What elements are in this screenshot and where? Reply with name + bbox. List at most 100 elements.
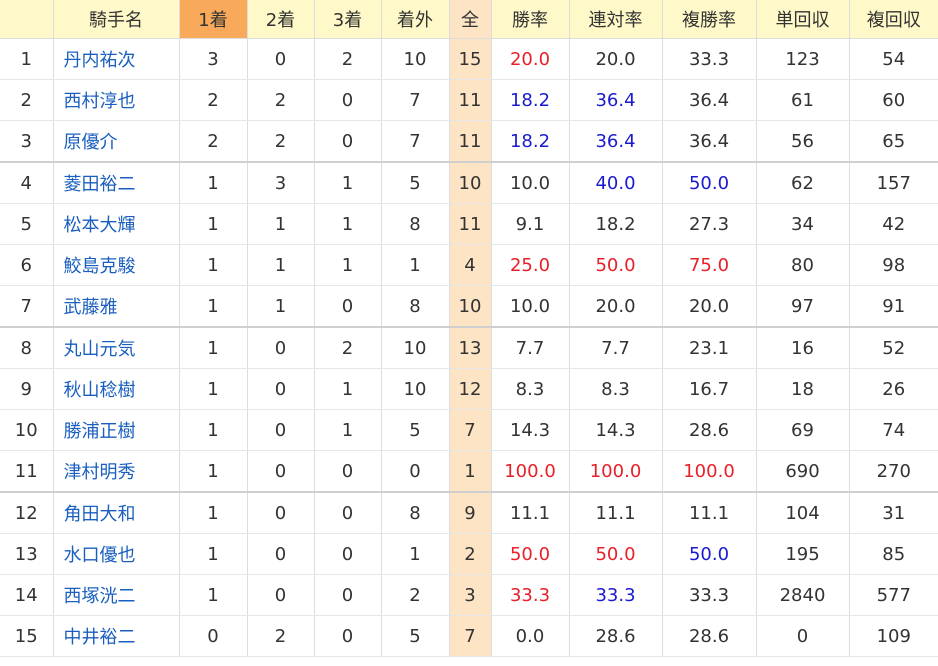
quinella-rate: 36.4 [568, 120, 663, 163]
first-place-count: 1 [178, 533, 248, 575]
quinella-rate: 7.7 [568, 327, 663, 369]
win-return: 0 [755, 615, 850, 657]
unplaced-count: 2 [380, 574, 450, 616]
quinella-rate: 18.2 [568, 203, 663, 245]
second-place-count: 0 [246, 574, 315, 616]
jockey-name-link[interactable]: 中井裕二 [52, 615, 180, 657]
place-return: 98 [848, 244, 938, 286]
unplaced-count: 10 [380, 327, 450, 369]
win-rate: 100.0 [490, 450, 570, 493]
place-rate: 33.3 [661, 574, 757, 616]
jockey-name-link[interactable]: 原優介 [52, 120, 180, 163]
third-place-count: 1 [313, 409, 382, 451]
win-return: 16 [755, 327, 850, 369]
header-place-rate[interactable]: 複勝率 [661, 0, 757, 39]
header-third-place[interactable]: 3着 [313, 0, 382, 39]
quinella-rate: 50.0 [568, 244, 663, 286]
jockey-name-link[interactable]: 松本大輝 [52, 203, 180, 245]
third-place-count: 0 [313, 79, 382, 121]
header-win-return[interactable]: 単回収 [755, 0, 850, 39]
total-count: 12 [448, 368, 492, 410]
unplaced-count: 7 [380, 79, 450, 121]
header-unplaced[interactable]: 着外 [380, 0, 450, 39]
second-place-count: 1 [246, 203, 315, 245]
quinella-rate: 100.0 [568, 450, 663, 493]
win-rate: 25.0 [490, 244, 570, 286]
total-count: 9 [448, 492, 492, 534]
place-return: 270 [848, 450, 938, 493]
rank-cell: 13 [0, 533, 54, 575]
unplaced-count: 8 [380, 285, 450, 328]
third-place-count: 0 [313, 574, 382, 616]
header-jockey-name[interactable]: 騎手名 [52, 0, 180, 39]
win-rate: 10.0 [490, 285, 570, 328]
first-place-count: 3 [178, 38, 248, 80]
jockey-name-link[interactable]: 丹内祐次 [52, 38, 180, 80]
quinella-rate: 8.3 [568, 368, 663, 410]
win-return: 97 [755, 285, 850, 328]
jockey-name-link[interactable]: 水口優也 [52, 533, 180, 575]
header-total[interactable]: 全 [448, 0, 492, 39]
place-rate: 11.1 [661, 492, 757, 534]
place-rate: 23.1 [661, 327, 757, 369]
win-rate: 10.0 [490, 162, 570, 204]
total-count: 10 [448, 162, 492, 204]
header-row: 騎手名 1着 2着 3着 着外 全 勝率 連対率 複勝率 単回収 複回収 [0, 0, 938, 39]
first-place-count: 1 [178, 492, 248, 534]
first-place-count: 2 [178, 120, 248, 163]
place-return: 26 [848, 368, 938, 410]
rank-cell: 14 [0, 574, 54, 616]
place-rate: 50.0 [661, 162, 757, 204]
rank-cell: 3 [0, 120, 54, 163]
second-place-count: 2 [246, 79, 315, 121]
quinella-rate: 20.0 [568, 38, 663, 80]
rank-cell: 10 [0, 409, 54, 451]
jockey-name-link[interactable]: 西塚洸二 [52, 574, 180, 616]
jockey-name-link[interactable]: 角田大和 [52, 492, 180, 534]
jockey-name-link[interactable]: 丸山元気 [52, 327, 180, 369]
total-count: 10 [448, 285, 492, 328]
header-win-rate[interactable]: 勝率 [490, 0, 570, 39]
place-return: 577 [848, 574, 938, 616]
third-place-count: 0 [313, 120, 382, 163]
first-place-count: 1 [178, 285, 248, 328]
jockey-name-link[interactable]: 菱田裕二 [52, 162, 180, 204]
place-return: 52 [848, 327, 938, 369]
first-place-count: 0 [178, 615, 248, 657]
third-place-count: 1 [313, 368, 382, 410]
jockey-name-link[interactable]: 武藤雅 [52, 285, 180, 328]
place-rate: 20.0 [661, 285, 757, 328]
unplaced-count: 10 [380, 38, 450, 80]
win-return: 690 [755, 450, 850, 493]
header-second-place[interactable]: 2着 [246, 0, 315, 39]
jockey-name-link[interactable]: 鮫島克駿 [52, 244, 180, 286]
jockey-name-link[interactable]: 秋山稔樹 [52, 368, 180, 410]
header-first-place[interactable]: 1着 [178, 0, 248, 39]
quinella-rate: 14.3 [568, 409, 663, 451]
rank-cell: 9 [0, 368, 54, 410]
second-place-count: 0 [246, 533, 315, 575]
total-count: 4 [448, 244, 492, 286]
win-return: 195 [755, 533, 850, 575]
rank-cell: 15 [0, 615, 54, 657]
win-rate: 18.2 [490, 120, 570, 163]
jockey-name-link[interactable]: 津村明秀 [52, 450, 180, 493]
table-row: 7 武藤雅 1 1 0 8 10 10.0 20.0 20.0 97 91 [0, 285, 938, 328]
table-row: 2 西村淳也 2 2 0 7 11 18.2 36.4 36.4 61 60 [0, 79, 938, 121]
total-count: 11 [448, 203, 492, 245]
third-place-count: 2 [313, 38, 382, 80]
second-place-count: 0 [246, 38, 315, 80]
second-place-count: 0 [246, 450, 315, 493]
first-place-count: 1 [178, 327, 248, 369]
header-place-return[interactable]: 複回収 [848, 0, 938, 39]
first-place-count: 1 [178, 203, 248, 245]
quinella-rate: 36.4 [568, 79, 663, 121]
jockey-name-link[interactable]: 西村淳也 [52, 79, 180, 121]
second-place-count: 1 [246, 244, 315, 286]
second-place-count: 3 [246, 162, 315, 204]
win-rate: 50.0 [490, 533, 570, 575]
jockey-name-link[interactable]: 勝浦正樹 [52, 409, 180, 451]
unplaced-count: 8 [380, 492, 450, 534]
quinella-rate: 50.0 [568, 533, 663, 575]
header-quinella-rate[interactable]: 連対率 [568, 0, 663, 39]
